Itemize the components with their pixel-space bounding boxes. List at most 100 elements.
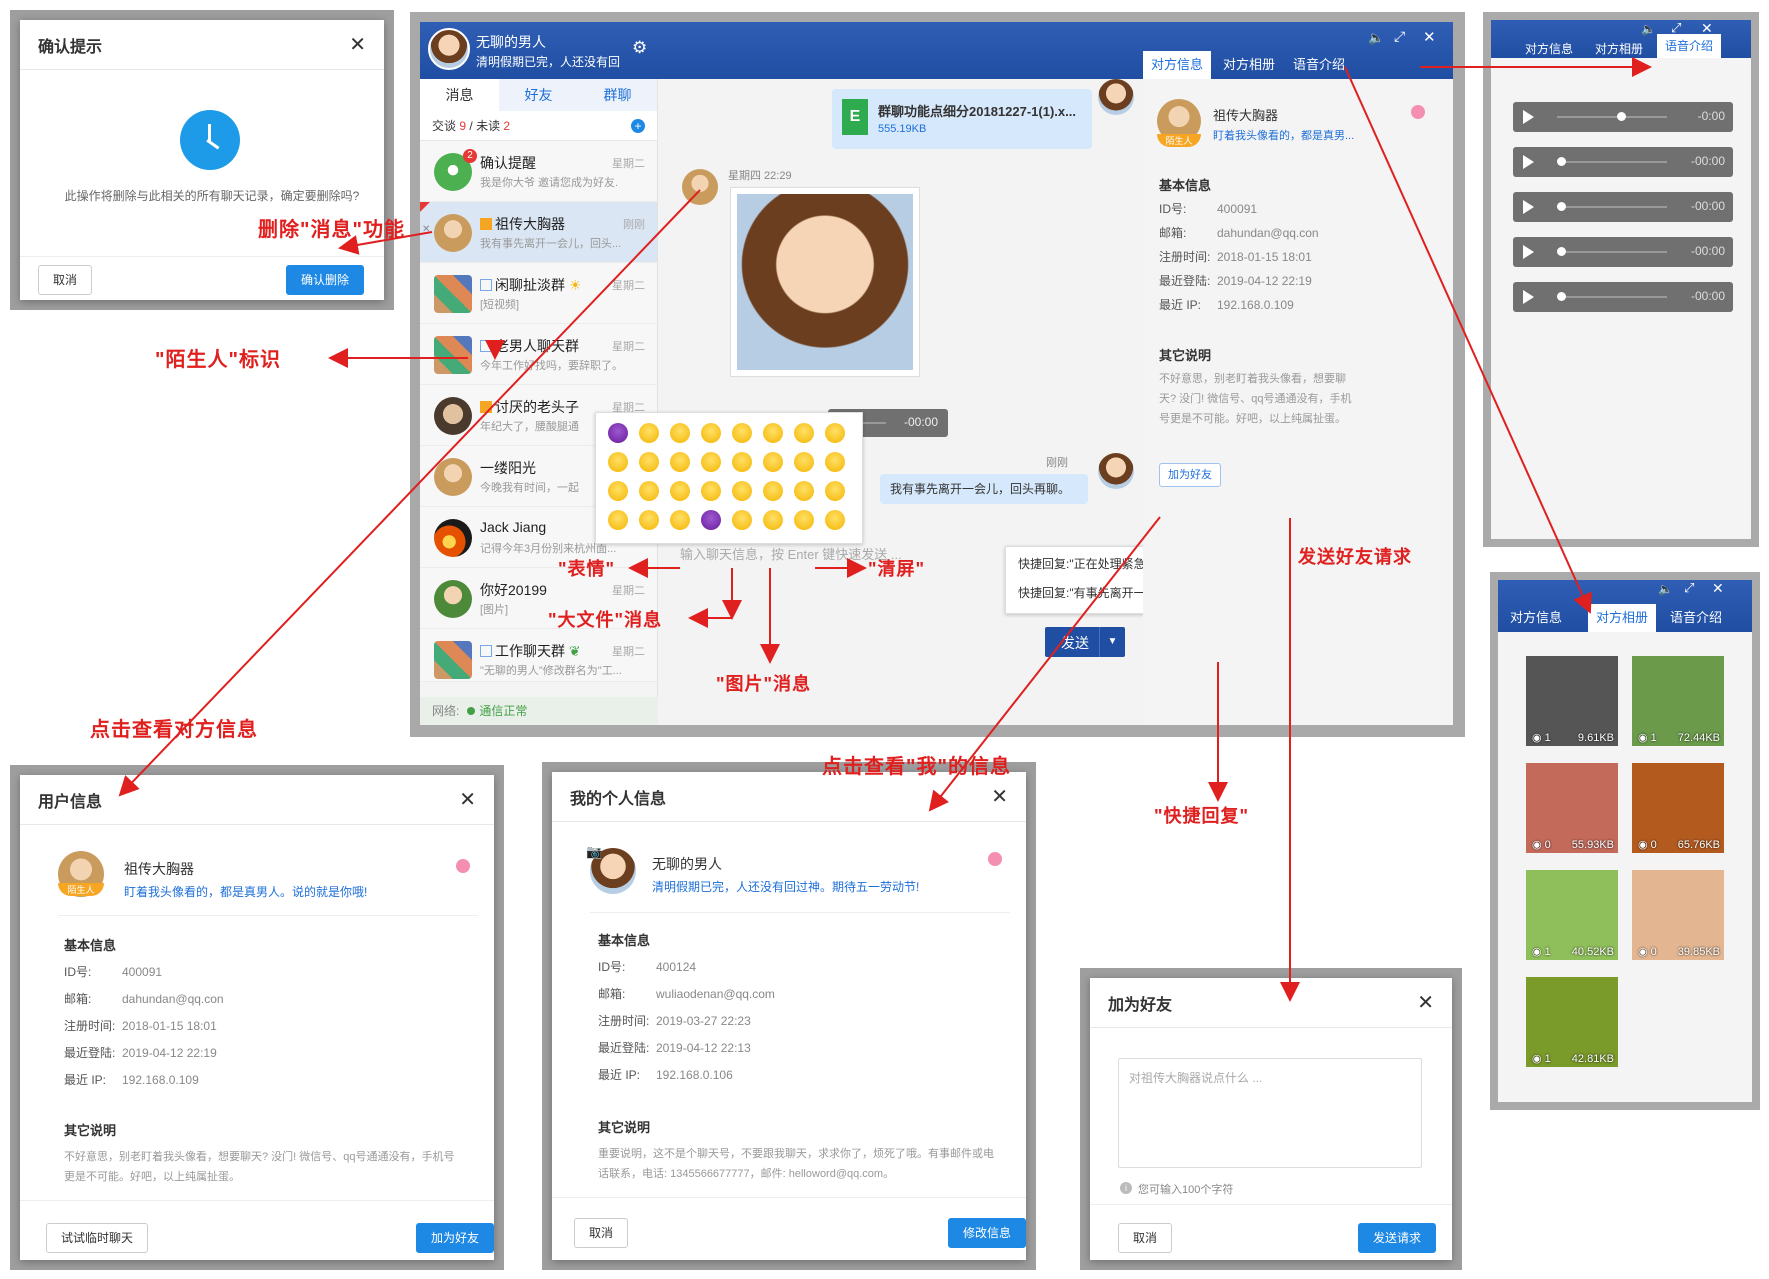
camera-icon[interactable]: 📷	[586, 844, 602, 860]
album-photo[interactable]: ◉ 1 42.81KB	[1526, 977, 1618, 1067]
add-friend-button[interactable]: 加为好友	[1159, 463, 1221, 487]
emoji-icon[interactable]	[825, 452, 845, 472]
emoji-icon[interactable]	[794, 423, 814, 443]
album-photo[interactable]: ◉ 1 40.52KB	[1526, 870, 1618, 960]
text-message[interactable]: 我有事先离开一会儿，回头再聊。	[880, 474, 1088, 504]
voice-item[interactable]: -00:00	[1513, 147, 1733, 177]
speaker-icon[interactable]: 🔈	[1641, 22, 1656, 36]
file-message[interactable]: E 群聊功能点细分20181227-1(1).x... 555.19KB	[832, 89, 1092, 149]
voice-knob[interactable]	[1557, 202, 1566, 211]
album-photo[interactable]: ◉ 0 39.85KB	[1632, 870, 1724, 960]
emoji-icon[interactable]	[608, 481, 628, 501]
tab-peer-info[interactable]: 对方信息	[1143, 51, 1212, 79]
list-item[interactable]: ✕ 祖传大胸器 我有事先离开一会儿，回头... 刚刚	[420, 202, 657, 263]
emoji-icon[interactable]	[608, 452, 628, 472]
emoji-icon[interactable]	[670, 423, 690, 443]
speaker-icon[interactable]: 🔈	[1368, 30, 1384, 46]
emoji-icon[interactable]	[825, 510, 845, 530]
emoji-icon[interactable]	[639, 510, 659, 530]
voice-knob[interactable]	[1557, 247, 1566, 256]
close-icon[interactable]: ✕	[991, 784, 1008, 809]
add-friend-button[interactable]: 加为好友	[416, 1223, 494, 1253]
confirm-delete-button[interactable]: 确认删除	[286, 265, 365, 295]
voice-knob[interactable]	[1617, 112, 1626, 121]
chevron-down-icon[interactable]: ▼	[1099, 627, 1125, 657]
album-photo[interactable]: ◉ 1 72.44KB	[1632, 656, 1724, 746]
emoji-icon[interactable]	[701, 481, 721, 501]
voice-knob[interactable]	[1557, 292, 1566, 301]
cancel-button[interactable]: 取消	[1118, 1223, 1173, 1253]
play-icon[interactable]	[1523, 200, 1534, 214]
voice-item[interactable]: -00:00	[1513, 282, 1733, 312]
play-icon[interactable]	[1523, 110, 1534, 124]
emoji-icon[interactable]	[763, 452, 783, 472]
emoji-icon[interactable]	[701, 510, 721, 530]
album-photo[interactable]: ◉ 0 55.93KB	[1526, 763, 1618, 853]
emoji-icon[interactable]	[763, 481, 783, 501]
maximize-icon[interactable]: ⤢	[1394, 28, 1405, 45]
voice-item[interactable]: -00:00	[1513, 237, 1733, 267]
emoji-icon[interactable]	[732, 423, 752, 443]
my-chat-avatar[interactable]	[1098, 79, 1134, 115]
tab-peer-info[interactable]: 对方信息	[1517, 40, 1581, 58]
my-avatar[interactable]	[428, 28, 470, 70]
emoji-icon[interactable]	[794, 452, 814, 472]
close-icon[interactable]: ✕	[1423, 28, 1436, 46]
emoji-icon[interactable]	[701, 423, 721, 443]
list-item[interactable]: 闲聊扯淡群 ☀ [短视频] 星期二	[420, 263, 657, 324]
maximize-icon[interactable]: ⤢	[1684, 580, 1694, 596]
tab-peer-album[interactable]: 对方相册	[1587, 40, 1651, 58]
emoji-icon[interactable]	[670, 510, 690, 530]
temp-chat-button[interactable]: 试试临时聊天	[46, 1223, 149, 1253]
tab-messages[interactable]: 消息	[420, 79, 499, 111]
request-message-input[interactable]: 对祖传大胸器说点什么 ...	[1118, 1058, 1422, 1168]
emoji-icon[interactable]	[701, 452, 721, 472]
tab-peer-album[interactable]: 对方相册	[1588, 604, 1657, 632]
list-item[interactable]: 工作聊天群 ❦ "无聊的男人"修改群名为"工... 星期二	[420, 629, 657, 682]
tab-peer-album[interactable]: 对方相册	[1215, 51, 1283, 79]
emoji-icon[interactable]	[670, 452, 690, 472]
my-name[interactable]: 无聊的男人	[476, 32, 546, 52]
list-item[interactable]: 老男人聊天群 今年工作好找吗，要辞职了。 星期二	[420, 324, 657, 385]
emoji-icon[interactable]	[608, 423, 628, 443]
emoji-icon[interactable]	[763, 510, 783, 530]
speaker-icon[interactable]: 🔈	[1658, 582, 1673, 596]
emoji-icon[interactable]	[732, 452, 752, 472]
voice-item[interactable]: -00:00	[1513, 192, 1733, 222]
peer-chat-avatar[interactable]	[682, 169, 718, 205]
gear-icon[interactable]: ⚙	[632, 38, 647, 58]
my-chat-avatar[interactable]	[1098, 453, 1134, 489]
cancel-button[interactable]: 取消	[574, 1218, 629, 1248]
emoji-icon[interactable]	[825, 481, 845, 501]
tab-friends[interactable]: 好友	[499, 79, 578, 111]
delete-icon[interactable]: ✕	[422, 224, 430, 235]
send-request-button[interactable]: 发送请求	[1358, 1223, 1437, 1253]
emoji-icon[interactable]	[639, 481, 659, 501]
close-icon[interactable]: ✕	[459, 787, 476, 812]
close-icon[interactable]: ✕	[349, 32, 366, 57]
close-icon[interactable]: ✕	[1417, 990, 1434, 1015]
album-photo[interactable]: ◉ 0 65.76KB	[1632, 763, 1724, 853]
close-icon[interactable]: ✕	[1712, 580, 1724, 597]
tab-groups[interactable]: 群聊	[578, 79, 657, 111]
emoji-icon[interactable]	[608, 510, 628, 530]
emoji-icon[interactable]	[732, 510, 752, 530]
play-icon[interactable]	[1523, 290, 1534, 304]
tab-peer-info[interactable]: 对方信息	[1502, 604, 1570, 632]
edit-info-button[interactable]: 修改信息	[948, 1218, 1026, 1248]
tab-voice-intro[interactable]: 语音介绍	[1285, 51, 1353, 79]
tab-voice-intro[interactable]: 语音介绍	[1657, 34, 1722, 58]
emoji-icon[interactable]	[794, 481, 814, 501]
play-icon[interactable]	[1523, 245, 1534, 259]
send-button[interactable]: 发送 ▼	[1045, 627, 1125, 657]
album-photo[interactable]: ◉ 1 9.61KB	[1526, 656, 1618, 746]
emoji-icon[interactable]	[794, 510, 814, 530]
emoji-icon[interactable]	[670, 481, 690, 501]
voice-item[interactable]: -0:00	[1513, 102, 1733, 132]
cancel-button[interactable]: 取消	[38, 265, 93, 295]
emoji-icon[interactable]	[732, 481, 752, 501]
play-icon[interactable]	[1523, 155, 1534, 169]
tab-voice-intro[interactable]: 语音介绍	[1662, 604, 1730, 632]
list-item[interactable]: 2 确认提醒 我是你大爷 邀请您成为好友. 星期二	[420, 141, 657, 202]
image-message[interactable]	[730, 187, 920, 377]
